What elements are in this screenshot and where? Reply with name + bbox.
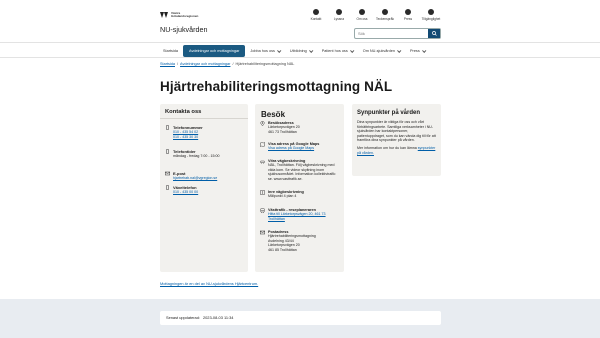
util-label: Lyssna [334, 17, 344, 21]
nav-utbildning[interactable]: Utbildning [285, 45, 317, 57]
phone-icon [166, 125, 169, 130]
util-teckensprak[interactable]: Teckenspråk [375, 9, 395, 21]
map-icon [260, 142, 265, 147]
contact-card: Kontakta oss Telefonnummer 010 - 435 54 … [160, 104, 248, 272]
inner-text: Målpunkt 4 plan 4 [268, 194, 297, 199]
last-updated: Senast uppdaterad: 2023-08-03 11:34 [160, 311, 441, 325]
visit-transit: Västtrafik - reseplaneraren Hitta till L… [260, 208, 338, 221]
org-name[interactable]: NU-sjukvården [160, 25, 208, 34]
contact-hours: Telefontider måndag - fredag 7:00 - 15:0… [165, 149, 220, 159]
visit-postal: Postadress Hjärtrehabiliteringsmottagnin… [260, 230, 338, 252]
logo-line-2: Götalandsregionen [171, 14, 199, 19]
chevron-down-icon [421, 48, 427, 53]
feedback-more-text: Mer information om hur du kan lämna [357, 145, 417, 150]
main-nav: Startsida Avdelningar och mottagningar J… [0, 42, 600, 58]
speaker-icon [336, 9, 342, 15]
util-label: Kontakt [310, 17, 322, 21]
util-label: Om oss [356, 17, 368, 21]
search-icon [431, 31, 437, 36]
breadcrumb-separator: / [176, 62, 179, 66]
feedback-more: Mer information om hur du kan lämna synp… [357, 146, 436, 155]
bus-icon [260, 208, 265, 213]
nav-label: Press [410, 49, 420, 53]
feedback-heading: Synpunkter på vården [357, 110, 421, 116]
nav-jobba[interactable]: Jobba hos oss [245, 45, 285, 57]
chevron-down-icon [397, 48, 402, 53]
nav-label: Om NU-sjukvården [362, 49, 396, 53]
visit-address: Besöksadress Lärketorpsvägen 20 461 73 T… [260, 121, 338, 134]
util-kontakt[interactable]: Kontakt [306, 9, 326, 21]
car-icon [260, 160, 265, 164]
updated-label: Senast uppdaterad: [166, 315, 200, 320]
nav-avdelningar[interactable]: Avdelningar och mottagningar [182, 45, 246, 57]
contact-email: E-post hjartrehab.nal@vgregion.se [165, 171, 217, 181]
hours-text: måndag - fredag 7:00 - 15:00 [173, 154, 220, 158]
contact-heading: Kontakta oss [160, 104, 248, 119]
breadcrumb-current: Hjärtrehabiliteringsmottagning NÄL [235, 62, 295, 66]
nav-patient[interactable]: Patient hos oss [317, 45, 358, 57]
nav-press[interactable]: Press [405, 45, 430, 57]
visit-maps: Visa adress på Google Maps Visa adress p… [260, 142, 338, 151]
sign-language-icon [382, 9, 388, 15]
search-input[interactable] [355, 29, 429, 38]
phone-link-1[interactable]: 010 - 435 54 02 [173, 130, 198, 134]
phone-switchboard-icon [166, 185, 169, 190]
visit-inner-directions: Inre vägbeskrivning Målpunkt 4 plan 4 [260, 190, 338, 199]
chevron-down-icon [276, 48, 282, 53]
util-label: Press [403, 17, 413, 21]
transit-link[interactable]: Hitta till Lärketorpsvägen 20, 461 73 Tr… [268, 212, 326, 220]
postal-line-4: 461 85 Trollhättan [268, 247, 297, 252]
signpost-icon [260, 190, 265, 195]
mail-icon [260, 230, 265, 235]
utility-nav: Kontakt Lyssna Om oss Teckenspråk Press … [306, 9, 444, 21]
util-lyssna[interactable]: Lyssna [329, 9, 349, 21]
search-button[interactable] [428, 29, 440, 38]
switchboard-link[interactable]: 010 - 435 00 00 [173, 190, 198, 194]
util-press[interactable]: Press [398, 9, 418, 21]
util-tillganglighet[interactable]: Tillgänglighet [421, 9, 441, 21]
search-box [354, 28, 441, 39]
util-om-oss[interactable]: Om oss [352, 9, 372, 21]
updated-value: 2023-08-03 11:34 [202, 315, 234, 320]
nav-label: Utbildning [289, 49, 307, 53]
vgr-logo-icon [160, 12, 168, 19]
location-pin-icon [260, 121, 265, 126]
breadcrumb: Startsida / Avdelningar och mottagningar… [160, 62, 294, 66]
phone-hours-icon [166, 149, 169, 154]
breadcrumb-home[interactable]: Startsida [160, 62, 175, 66]
site-header: Västra Götalandsregionen NU-sjukvården K… [0, 0, 600, 42]
nav-label: Avdelningar och mottagningar [188, 49, 240, 53]
site-logo[interactable]: Västra Götalandsregionen [160, 11, 199, 19]
visit-heading: Besök [261, 110, 286, 119]
chevron-down-icon [349, 48, 355, 53]
nav-om-nu[interactable]: Om NU-sjukvården [358, 45, 405, 57]
util-label: Teckenspråk [376, 17, 394, 21]
feedback-card: Synpunkter på vården Dina synpunkter är … [352, 104, 441, 176]
nav-label: Jobba hos oss [250, 49, 275, 53]
chevron-down-icon [308, 48, 314, 53]
visit-directions: Vitra vägbeskrivning NÄL, Trollhättan. F… [260, 159, 338, 181]
nav-label: Startsida [163, 49, 178, 53]
util-label: Tillgänglighet [421, 17, 441, 21]
phone-icon [313, 9, 319, 15]
info-icon [359, 9, 365, 15]
nav-label: Patient hos oss [321, 49, 348, 53]
press-icon [405, 9, 411, 15]
breadcrumb-section[interactable]: Avdelningar och mottagningar [180, 62, 230, 66]
visit-card: Besök Besöksadress Lärketorpsvägen 20 46… [255, 104, 344, 272]
feedback-text: Dina synpunkter är viktiga för oss och v… [357, 120, 436, 143]
contact-phone: Telefonnummer 010 - 435 54 02 010 - 435 … [165, 125, 203, 140]
page-title: Hjärtrehabiliteringsmottagning NÄL [160, 79, 393, 94]
email-link[interactable]: hjartrehab.nal@vgregion.se [173, 176, 217, 180]
address-line-2: 461 73 Trollhättan [268, 129, 297, 134]
nav-startsida[interactable]: Startsida [158, 45, 183, 57]
phone-link-2[interactable]: 010 - 435 30 30 [173, 135, 198, 139]
breadcrumb-separator: / [232, 62, 234, 66]
maps-link[interactable]: Visa adress på Google Maps [268, 146, 314, 150]
accessibility-icon [428, 9, 434, 15]
mail-icon [165, 171, 170, 176]
directions-text: NÄL, Trollhättan. Följ vägbeskrivning me… [268, 163, 336, 181]
hjartcentrum-link[interactable]: Mottagningen är en del av NU-sjukvårdens… [160, 281, 258, 286]
contact-switchboard: Växeltelefon 010 - 435 00 00 [165, 185, 198, 195]
